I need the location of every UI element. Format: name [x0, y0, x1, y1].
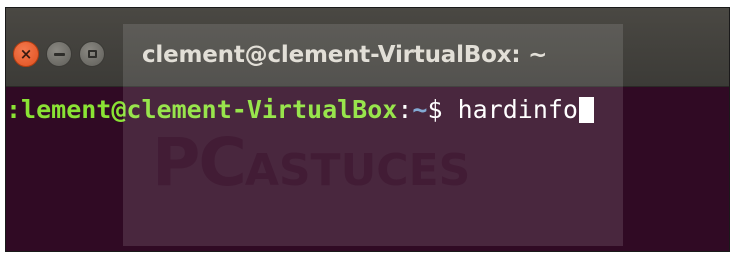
prompt-separator: :	[397, 95, 413, 124]
maximize-button[interactable]	[79, 41, 105, 67]
text-cursor	[579, 97, 594, 123]
prompt-path: ~	[412, 95, 428, 124]
command-line[interactable]: :lement@clement-VirtualBox:~$ hardinfo	[6, 95, 594, 125]
terminal-area[interactable]: :lement@clement-VirtualBox:~$ hardinfo	[6, 87, 729, 251]
title-bar[interactable]: × clement@clement-VirtualBox: ~	[6, 8, 729, 87]
prompt-symbol: $	[427, 95, 458, 124]
close-button[interactable]: ×	[13, 41, 39, 67]
maximize-icon	[87, 50, 97, 58]
minimize-button[interactable]	[46, 41, 72, 67]
minimize-icon	[53, 52, 65, 56]
prompt-user-host: :lement@clement-VirtualBox	[6, 95, 398, 124]
close-icon: ×	[19, 45, 33, 63]
window-title: clement@clement-VirtualBox: ~	[142, 42, 548, 68]
terminal-window: × clement@clement-VirtualBox: ~ :lement@…	[5, 7, 730, 252]
typed-command: hardinfo	[457, 95, 578, 124]
